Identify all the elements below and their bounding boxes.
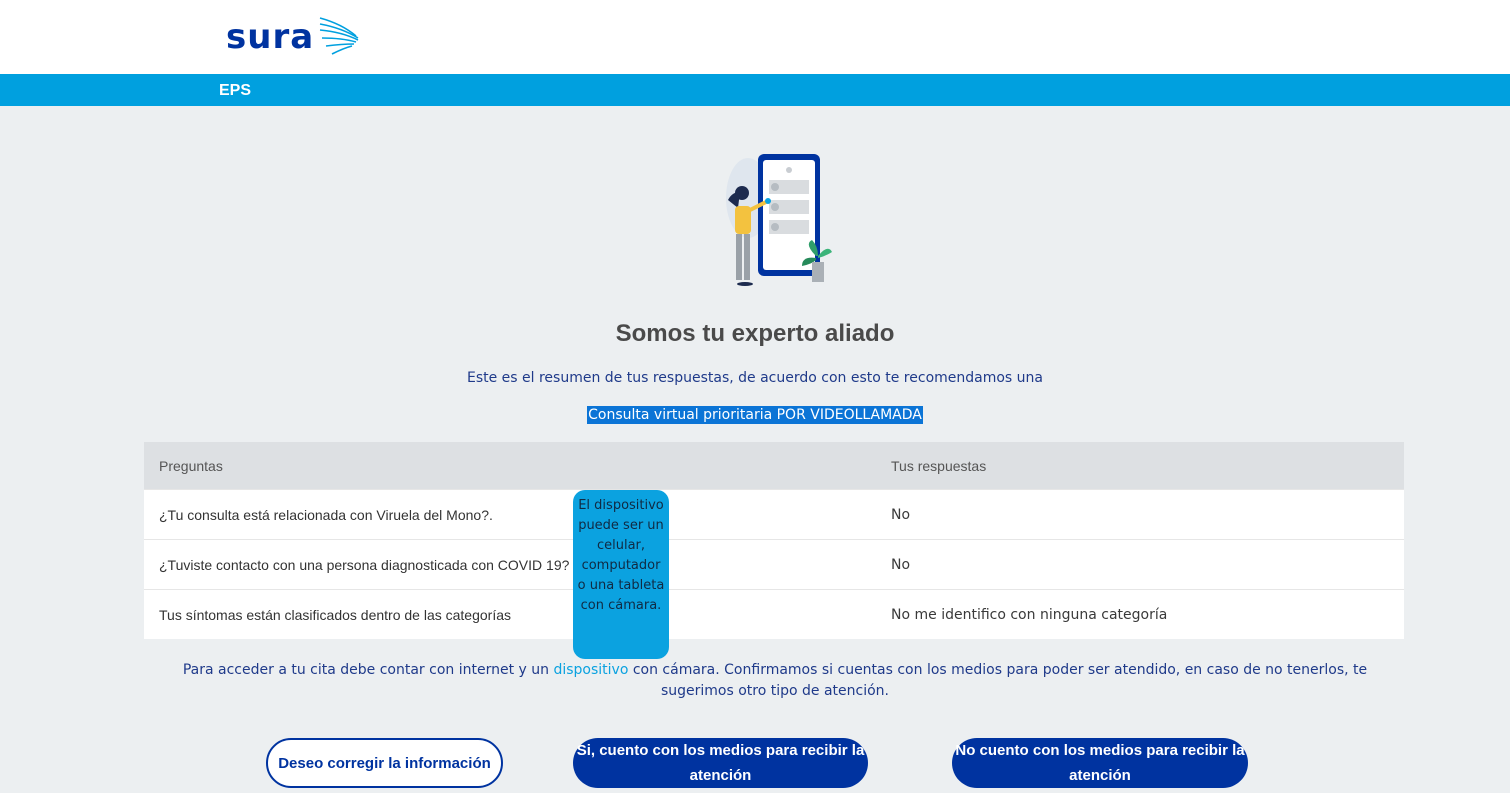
top-header: sura bbox=[0, 0, 1510, 74]
page-title: Somos tu experto aliado bbox=[615, 320, 895, 347]
wing-icon bbox=[319, 17, 359, 55]
logo-text: sura bbox=[226, 17, 315, 57]
table-header: Preguntas Tus respuestas bbox=[144, 442, 1404, 489]
device-tooltip: El dispositivo puede ser un celular, com… bbox=[573, 490, 669, 659]
answer-cell: No bbox=[891, 506, 911, 523]
question-cell: ¿Tu consulta está relacionada con Viruel… bbox=[159, 506, 493, 523]
sura-logo[interactable]: sura bbox=[226, 14, 362, 60]
correct-info-button[interactable]: Deseo corregir la información bbox=[266, 738, 503, 788]
table-row: Tus síntomas están clasificados dentro d… bbox=[144, 589, 1404, 639]
answer-cell: No bbox=[891, 556, 911, 573]
table-row: ¿Tu consulta está relacionada con Viruel… bbox=[144, 489, 1404, 539]
header-answers: Tus respuestas bbox=[891, 457, 987, 474]
recommendation-wrap: Consulta virtual prioritaria POR VIDEOLL… bbox=[0, 404, 1510, 424]
summary-intro: Este es el resumen de tus respuestas, de… bbox=[466, 370, 1043, 386]
answer-cell: No me identifico con ninguna categoría bbox=[891, 606, 1168, 623]
no-means-button[interactable]: No cuento con los medios para recibir la… bbox=[952, 738, 1248, 788]
table-row: ¿Tuviste contacto con una persona diagno… bbox=[144, 539, 1404, 589]
section-bar: EPS bbox=[0, 74, 1510, 106]
answers-table: Preguntas Tus respuestas ¿Tu consulta es… bbox=[144, 442, 1404, 639]
section-label: EPS bbox=[219, 82, 252, 99]
question-cell: Tus síntomas están clasificados dentro d… bbox=[159, 606, 511, 623]
notice-text-start: Para acceder a tu cita debe contar con i… bbox=[182, 662, 554, 678]
recommendation-text: Consulta virtual prioritaria POR VIDEOLL… bbox=[587, 406, 923, 424]
has-means-button[interactable]: Si, cuento con los medios para recibir l… bbox=[573, 738, 868, 788]
notice-text-end: con cámara. Confirmamos si cuentas con l… bbox=[628, 662, 1368, 699]
requirements-notice: Para acceder a tu cita debe contar con i… bbox=[180, 660, 1370, 702]
header-questions: Preguntas bbox=[159, 457, 223, 474]
tablet-illustration bbox=[726, 154, 832, 286]
question-cell: ¿Tuviste contacto con una persona diagno… bbox=[159, 556, 570, 573]
device-link[interactable]: dispositivo bbox=[553, 662, 628, 678]
